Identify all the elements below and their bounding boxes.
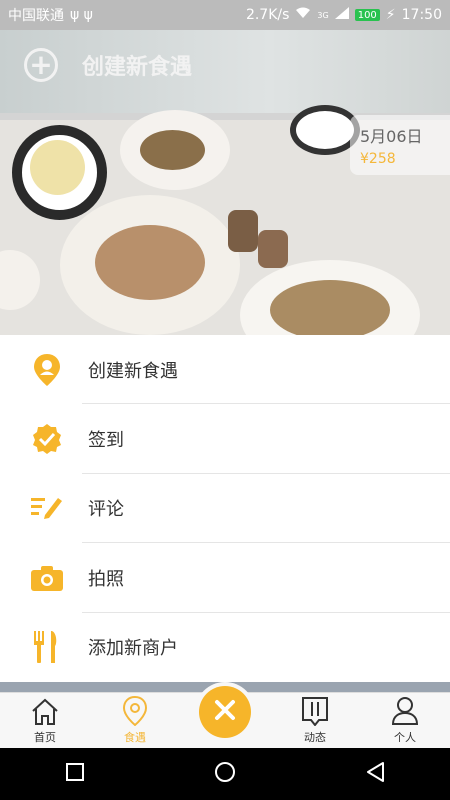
event-date: 5月06日 bbox=[360, 127, 423, 146]
home-circle-icon bbox=[214, 761, 236, 787]
tab-feed[interactable]: 动态 bbox=[280, 693, 350, 749]
tab-label: 个人 bbox=[394, 731, 416, 744]
comment-pen-icon bbox=[31, 492, 63, 524]
menu-item-create[interactable]: 创建新食遇 bbox=[0, 335, 450, 405]
location-pin-icon bbox=[31, 353, 63, 386]
back-button[interactable] bbox=[355, 754, 395, 794]
home-icon bbox=[30, 698, 60, 729]
header-banner-image: + 创建新食遇 bbox=[0, 30, 450, 113]
back-triangle-icon bbox=[365, 761, 385, 787]
recent-apps-button[interactable] bbox=[55, 754, 95, 794]
action-menu: 创建新食遇 签到 评论 拍照 添加新商户 bbox=[0, 335, 450, 682]
net-speed: 2.7K/s bbox=[245, 7, 290, 23]
tab-label: 食遇 bbox=[124, 731, 146, 744]
person-icon bbox=[391, 696, 419, 729]
tab-label: 动态 bbox=[304, 731, 326, 744]
menu-item-comment[interactable]: 评论 bbox=[0, 474, 450, 544]
fork-knife-icon bbox=[31, 631, 63, 664]
system-nav-bar bbox=[0, 748, 450, 800]
location-at-icon bbox=[121, 695, 149, 729]
carrier-label: 中国联通 bbox=[8, 8, 64, 24]
check-badge-icon bbox=[31, 423, 63, 455]
status-bar: 中国联通 ψ ψ 2.7K/s 3G 100 ⚡ 17:50 bbox=[0, 0, 450, 30]
create-header[interactable]: + 创建新食遇 bbox=[24, 48, 192, 82]
clock: 17:50 bbox=[401, 7, 442, 23]
menu-item-checkin[interactable]: 签到 bbox=[0, 404, 450, 474]
usb-icon: ψ ψ bbox=[70, 7, 93, 23]
close-menu-button[interactable] bbox=[199, 686, 251, 738]
camera-icon bbox=[31, 562, 63, 594]
menu-label: 拍照 bbox=[88, 568, 124, 590]
close-icon bbox=[214, 699, 236, 725]
menu-item-photo[interactable]: 拍照 bbox=[0, 543, 450, 613]
plus-circle-icon: + bbox=[24, 48, 58, 82]
menu-label: 添加新商户 bbox=[88, 638, 178, 660]
tab-meet[interactable]: 食遇 bbox=[100, 693, 170, 749]
charging-icon: ⚡ bbox=[385, 7, 396, 23]
recent-apps-icon bbox=[66, 763, 84, 785]
event-card[interactable]: 5月06日 ¥258 bbox=[350, 115, 450, 175]
menu-label: 签到 bbox=[88, 430, 124, 452]
tab-profile[interactable]: 个人 bbox=[370, 693, 440, 749]
tab-home[interactable]: 首页 bbox=[10, 693, 80, 749]
battery-icon: 100 bbox=[354, 9, 380, 21]
signal-icon bbox=[334, 7, 349, 23]
page-backdrop: + 创建新食遇 bbox=[0, 30, 450, 335]
feed-icon bbox=[301, 696, 329, 729]
network-type: 3G bbox=[317, 10, 329, 20]
tab-label: 首页 bbox=[34, 731, 56, 744]
menu-label: 评论 bbox=[88, 499, 124, 521]
menu-label: 创建新食遇 bbox=[88, 360, 178, 382]
home-button[interactable] bbox=[205, 754, 245, 794]
wifi-icon bbox=[295, 7, 311, 23]
event-price: ¥258 bbox=[360, 151, 396, 167]
menu-item-add-merchant[interactable]: 添加新商户 bbox=[0, 613, 450, 682]
create-title: 创建新食遇 bbox=[82, 55, 193, 80]
